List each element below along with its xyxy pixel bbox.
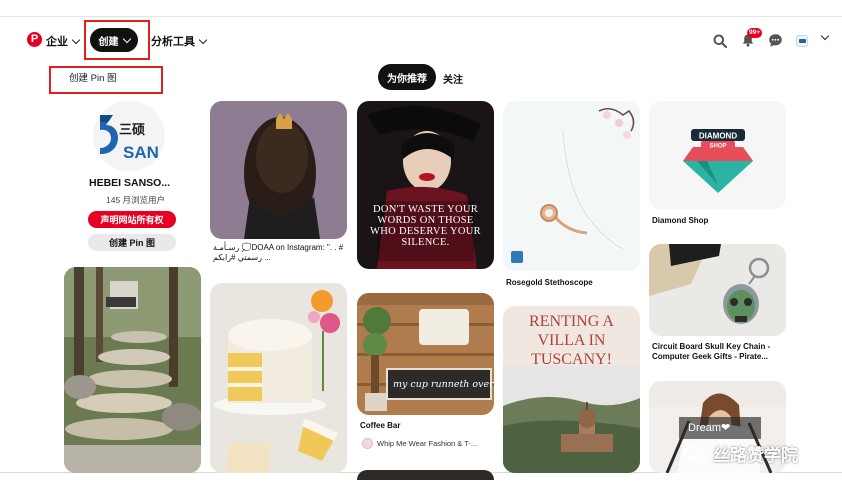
chat-icon[interactable] xyxy=(768,33,783,48)
coffee-bar-image xyxy=(357,293,494,415)
pin-coffee-bar-source[interactable]: Whip Me Wear Fashion & T-... xyxy=(362,438,477,449)
pin-skull-keychain-caption[interactable]: Circuit Board Skull Key Chain - Computer… xyxy=(652,342,786,362)
sanso-logo-graphic: 三硕 SAN xyxy=(93,101,165,171)
highlight-box-create-pin xyxy=(49,66,163,94)
pin-silence-quote[interactable]: DON'T WASTE YOUR WORDS ON THOSE WHO DESE… xyxy=(357,101,494,269)
diamond-shop-image: DIAMOND SHOP xyxy=(649,101,786,209)
account-avatar[interactable] xyxy=(796,35,808,47)
chevron-down-icon xyxy=(198,35,208,44)
profile-monthly-views: 145 月浏览用户 xyxy=(106,195,166,205)
chevron-down-icon xyxy=(71,35,81,44)
tuscany-line-3: TUSCANY! xyxy=(531,351,612,368)
source-avatar xyxy=(362,438,373,449)
profile-avatar[interactable]: 三硕 SAN xyxy=(93,101,165,171)
notification-badge: 99+ xyxy=(747,28,763,38)
create-pin-button[interactable]: 创建 Pin 图 xyxy=(88,234,176,251)
pin-skull-keychain[interactable] xyxy=(649,244,786,336)
tab-for-you[interactable]: 为你推荐 xyxy=(378,64,436,90)
business-label: 企业 xyxy=(46,36,68,48)
business-menu[interactable]: 企业 xyxy=(46,33,81,49)
analytics-label: 分析工具 xyxy=(151,36,195,48)
pin-stone-steps[interactable] xyxy=(64,267,201,473)
highlight-box-create xyxy=(84,20,150,60)
pin-girl-crown-caption[interactable]: رسـأمـة 💭DOAA on Instagram: ". . # رسمتي… xyxy=(213,243,345,263)
girl-crown-image xyxy=(210,101,347,239)
quote-line-1: DON'T WASTE YOUR xyxy=(372,204,479,215)
avatar-text-en: SAN xyxy=(123,143,159,162)
pin-partial-next[interactable] xyxy=(357,470,494,480)
pin-diamond-shop[interactable]: DIAMOND SHOP xyxy=(649,101,786,209)
pin-stethoscope-caption[interactable]: Rosegold Stethoscope xyxy=(506,278,593,288)
quote-line-2: WORDS ON THOSE xyxy=(377,215,474,226)
stethoscope-image xyxy=(503,101,640,271)
tuscany-line-1: RENTING A xyxy=(529,313,614,330)
pin-girl-crown[interactable] xyxy=(210,101,347,239)
pin-layer-cake[interactable] xyxy=(210,283,347,473)
analytics-menu[interactable]: 分析工具 xyxy=(151,33,208,49)
coffee-sign-text: my cup runneth over xyxy=(393,379,494,390)
watermark-text: 丝路赞学院 xyxy=(713,446,798,465)
layer-cake-image xyxy=(210,283,347,473)
quote-line-4: SILENCE. xyxy=(401,237,450,248)
account-chevron-down-icon[interactable] xyxy=(820,31,830,41)
dream-text: Dream❤ xyxy=(688,422,731,434)
avatar-text-cn: 三硕 xyxy=(119,122,145,137)
skull-keychain-image xyxy=(649,244,786,336)
claim-website-button[interactable]: 声明网站所有权 xyxy=(88,211,176,228)
wechat-icon xyxy=(683,445,707,462)
stone-steps-image xyxy=(64,267,201,473)
pinterest-logo[interactable]: P xyxy=(27,32,42,47)
diamond-logo-line1: DIAMOND xyxy=(699,132,737,141)
pin-coffee-bar[interactable]: my cup runneth over xyxy=(357,293,494,415)
profile-name[interactable]: HEBEI SANSO... xyxy=(89,177,170,189)
watermark: 丝路赞学院 xyxy=(683,441,798,466)
pin-rosegold-stethoscope[interactable] xyxy=(503,101,640,271)
tuscany-line-2: VILLA IN xyxy=(537,332,606,349)
tab-following[interactable]: 关注 xyxy=(443,71,463,86)
pin-coffee-bar-caption[interactable]: Coffee Bar xyxy=(360,421,400,431)
search-icon[interactable] xyxy=(713,34,727,48)
pinterest-home: P 企业 创建 分析工具 创建 Pin 图 99+ 为你推荐 关注 三硕 SAN… xyxy=(0,0,842,490)
pin-diamond-shop-caption[interactable]: Diamond Shop xyxy=(652,216,708,226)
pin-tuscany-villa[interactable]: RENTING A VILLA IN TUSCANY! xyxy=(503,306,640,473)
top-divider xyxy=(0,16,842,17)
diamond-logo-line2: SHOP xyxy=(709,144,726,150)
quote-line-3: WHO DESERVE YOUR xyxy=(370,226,481,237)
pin-coffee-bar-source-name: Whip Me Wear Fashion & T-... xyxy=(377,439,478,448)
